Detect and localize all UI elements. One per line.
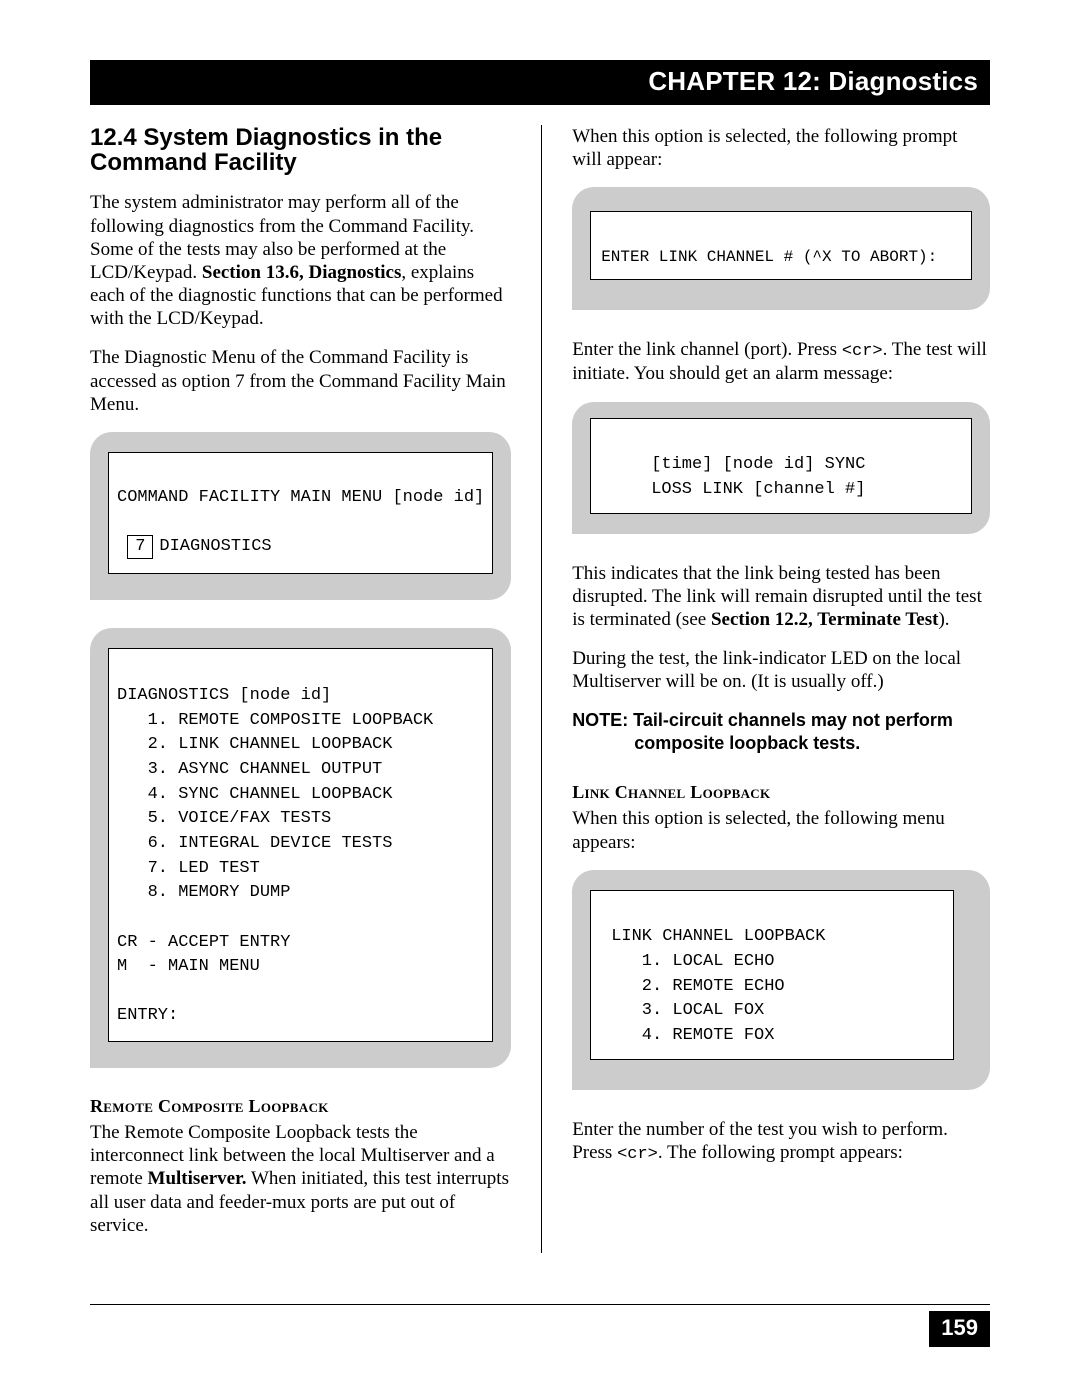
terminal-line: LOSS LINK [channel #] <box>651 480 865 499</box>
mono-cr: <cr> <box>617 1145 658 1164</box>
terminal-line: M - MAIN MENU <box>117 957 260 976</box>
menu-item: 3. ASYNC CHANNEL OUTPUT <box>148 760 383 779</box>
para-right-5: When this option is selected, the follow… <box>572 807 990 853</box>
mono-cr: <cr> <box>842 342 883 361</box>
menu-item: 2. REMOTE ECHO <box>642 977 785 996</box>
terminal-title: LINK CHANNEL LOOPBACK <box>611 927 825 946</box>
terminal-box-main-menu: COMMAND FACILITY MAIN MENU [node id] 7 DI… <box>90 432 511 601</box>
menu-option-number: 7 <box>127 535 153 559</box>
text: . The following prompt appears: <box>658 1142 903 1163</box>
bold-ref: Section 13.6, Diagnostics <box>202 262 402 283</box>
menu-item: 1. REMOTE COMPOSITE LOOPBACK <box>148 711 434 730</box>
menu-item: 2. LINK CHANNEL LOOPBACK <box>148 735 393 754</box>
para-right-6: Enter the number of the test you wish to… <box>572 1118 990 1166</box>
menu-item: 5. VOICE/FAX TESTS <box>148 809 332 828</box>
terminal-line: COMMAND FACILITY MAIN MENU [node id] <box>117 488 484 507</box>
para-right-2: Enter the link channel (port). Press <cr… <box>572 338 990 386</box>
para-intro-2: The Diagnostic Menu of the Command Facil… <box>90 346 511 416</box>
terminal-box-alarm: [time] [node id] SYNC LOSS LINK [channel… <box>572 402 990 534</box>
page-number: 159 <box>929 1311 990 1347</box>
section-title: 12.4 System Diagnostics in the Command F… <box>90 125 511 175</box>
para-right-3: This indicates that the link being teste… <box>572 562 990 632</box>
menu-item: 8. MEMORY DUMP <box>148 883 291 902</box>
menu-item: 4. SYNC CHANNEL LOOPBACK <box>148 785 393 804</box>
terminal-prompt: ENTRY: <box>117 1006 178 1025</box>
terminal-line: [time] [node id] SYNC <box>651 455 865 474</box>
menu-item: 7. LED TEST <box>148 859 260 878</box>
terminal-prompt: ENTER LINK CHANNEL # (^X TO ABORT): <box>601 248 937 266</box>
bold-multiserver: Multiserver. <box>148 1168 247 1189</box>
text: Enter the link channel (port). Press <box>572 339 842 360</box>
terminal-inner: [time] [node id] SYNC LOSS LINK [channel… <box>590 418 972 514</box>
text: ). <box>938 609 949 630</box>
para-remote-composite: The Remote Composite Loopback tests the … <box>90 1121 511 1237</box>
menu-item: 6. INTEGRAL DEVICE TESTS <box>148 834 393 853</box>
column-divider <box>541 125 542 1253</box>
para-right-4: During the test, the link-indicator LED … <box>572 647 990 693</box>
note-tail-circuit: NOTE: Tail-circuit channels may not perf… <box>572 709 990 754</box>
para-right-1: When this option is selected, the follow… <box>572 125 990 171</box>
para-intro-1: The system administrator may perform all… <box>90 191 511 330</box>
note-line2: composite loopback tests. <box>572 732 990 755</box>
subhead-remote-composite: Remote Composite Loopback <box>90 1096 511 1117</box>
terminal-title: DIAGNOSTICS [node id] <box>117 686 331 705</box>
menu-item: 1. LOCAL ECHO <box>642 952 775 971</box>
terminal-inner: DIAGNOSTICS [node id] 1. REMOTE COMPOSIT… <box>108 648 493 1042</box>
note-line1: NOTE: Tail-circuit channels may not perf… <box>572 710 953 730</box>
chapter-bar: CHAPTER 12: Diagnostics <box>90 60 990 105</box>
terminal-inner: ENTER LINK CHANNEL # (^X TO ABORT): <box>590 211 972 279</box>
menu-option-label: DIAGNOSTICS <box>159 537 271 556</box>
terminal-box-link-loopback: LINK CHANNEL LOOPBACK 1. LOCAL ECHO 2. R… <box>572 870 990 1090</box>
footer-rule <box>90 1304 990 1305</box>
left-column: 12.4 System Diagnostics in the Command F… <box>90 125 511 1253</box>
terminal-line: CR - ACCEPT ENTRY <box>117 933 290 952</box>
menu-item: 3. LOCAL FOX <box>642 1001 764 1020</box>
two-column-layout: 12.4 System Diagnostics in the Command F… <box>90 125 990 1253</box>
subhead-link-channel: Link Channel Loopback <box>572 782 990 803</box>
menu-item: 4. REMOTE FOX <box>642 1026 775 1045</box>
terminal-box-diagnostics-menu: DIAGNOSTICS [node id] 1. REMOTE COMPOSIT… <box>90 628 511 1068</box>
right-column: When this option is selected, the follow… <box>572 125 990 1253</box>
terminal-inner: COMMAND FACILITY MAIN MENU [node id] 7 DI… <box>108 452 493 575</box>
terminal-box-enter-link: ENTER LINK CHANNEL # (^X TO ABORT): <box>572 187 990 309</box>
bold-ref: Section 12.2, Terminate Test <box>711 609 938 630</box>
terminal-inner: LINK CHANNEL LOOPBACK 1. LOCAL ECHO 2. R… <box>590 890 954 1060</box>
